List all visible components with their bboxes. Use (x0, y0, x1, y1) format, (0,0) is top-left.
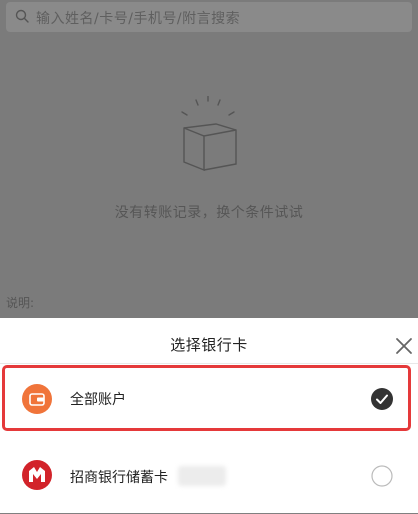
search-icon (15, 9, 29, 23)
select-bank-card-sheet: 选择银行卡 全部账户 招商银行储蓄卡 (0, 318, 418, 513)
empty-box-icon (181, 96, 237, 172)
option-label: 招商银行储蓄卡 (70, 470, 168, 486)
wallet-icon (22, 384, 52, 414)
option-cmb-debit-card[interactable]: 招商银行储蓄卡 (0, 440, 418, 514)
option-all-accounts[interactable]: 全部账户 (0, 364, 418, 438)
search-placeholder: 输入姓名/卡号/手机号/附言搜索 (36, 11, 241, 27)
option-label: 全部账户 (70, 392, 126, 408)
search-input[interactable]: 输入姓名/卡号/手机号/附言搜索 (6, 2, 412, 32)
cmb-logo-icon (22, 460, 52, 490)
check-icon (371, 388, 393, 410)
close-icon[interactable] (392, 334, 416, 358)
sheet-title: 选择银行卡 (170, 336, 248, 354)
background-page: 输入姓名/卡号/手机号/附言搜索 没有转账记录，换个条件试试 说明: (0, 0, 418, 318)
radio-unselected-icon (371, 465, 393, 487)
masked-card-number (178, 466, 226, 486)
selection-highlight (2, 365, 411, 431)
note-label: 说明: (6, 296, 35, 310)
empty-state-message: 没有转账记录，换个条件试试 (114, 205, 304, 221)
